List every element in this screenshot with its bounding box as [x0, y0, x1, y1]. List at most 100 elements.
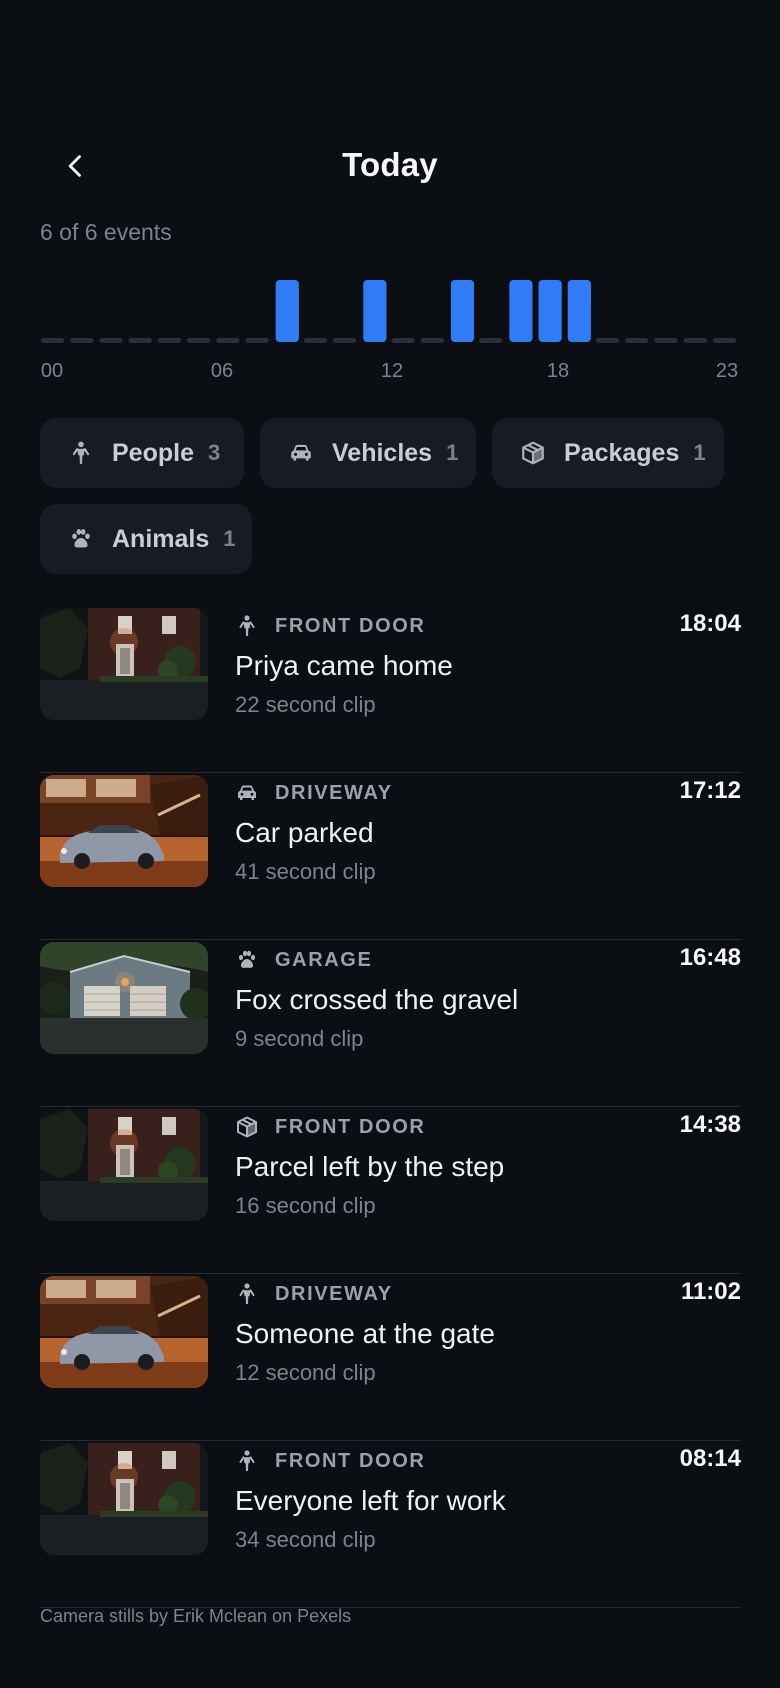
event-title: Parcel left by the step — [235, 1151, 505, 1182]
timeline-tick-label: 23 — [715, 360, 739, 382]
event-thumbnail[interactable] — [40, 1109, 208, 1221]
event-camera-name: FRONT DOOR — [275, 614, 426, 637]
event-camera-name: GARAGE — [275, 948, 373, 971]
timeline-hour-slot-22 — [683, 338, 707, 343]
package-icon — [235, 1115, 259, 1139]
event-clip-length: 34 second clip — [235, 1527, 376, 1552]
filter-chip-label: Packages — [564, 438, 680, 467]
event-row[interactable]: FRONT DOOR 14:38 Parcel left by the step 1… — [40, 1107, 741, 1274]
person-icon — [235, 1449, 259, 1473]
timeline-hour-slot-9 — [303, 338, 328, 343]
event-title: Someone at the gate — [235, 1318, 495, 1349]
event-thumbnail[interactable] — [40, 942, 208, 1054]
filter-chip-label: Vehicles — [332, 438, 433, 467]
filter-chip-label: People — [112, 438, 194, 467]
event-count: 6 of 6 events — [40, 219, 172, 245]
event-time: 14:38 — [679, 1111, 741, 1138]
event-camera: FRONT DOOR — [235, 614, 425, 638]
event-thumbnail[interactable] — [40, 608, 208, 720]
car-icon — [235, 781, 259, 805]
event-list: FRONT DOOR 18:04 Priya came home 22 second… — [40, 606, 741, 1608]
event-time: 08:14 — [679, 1445, 741, 1472]
page-title: Today — [342, 146, 438, 183]
event-camera-name: DRIVEWAY — [275, 1282, 393, 1305]
event-camera-name: DRIVEWAY — [275, 781, 393, 804]
filter-chip-vehicles[interactable]: Vehicles 1 — [260, 418, 476, 488]
person-icon — [235, 1282, 259, 1306]
event-title: Priya came home — [235, 650, 453, 681]
filter-chip-people[interactable]: People 3 — [40, 418, 244, 488]
event-row[interactable]: DRIVEWAY 17:12 Car parked 41 second clip — [40, 773, 741, 940]
event-camera: FRONT DOOR — [235, 1449, 425, 1473]
timeline-hour-slot-3 — [128, 338, 152, 343]
timeline-tick-label: 06 — [210, 360, 234, 382]
event-title: Car parked — [235, 817, 374, 848]
filter-chip-label: Animals — [112, 524, 210, 553]
timeline-event-bar-16[interactable] — [509, 280, 533, 342]
filter-chip-packages[interactable]: Packages 1 — [492, 418, 724, 488]
events-page: Today 6 of 6 events 00 06 12 18 23 People 3 Ve… — [0, 0, 780, 1688]
event-thumbnail[interactable] — [40, 1443, 208, 1555]
event-row[interactable]: FRONT DOOR 08:14 Everyone left for work 34… — [40, 1441, 741, 1608]
event-row[interactable]: DRIVEWAY 11:02 Someone at the gate 12 seco… — [40, 1274, 741, 1441]
timeline-event-bar-17[interactable] — [538, 280, 562, 342]
filter-chip-animals[interactable]: Animals 1 — [40, 504, 252, 574]
timeline-hour-slot-13 — [420, 338, 444, 343]
timeline-hour-slot-21 — [654, 338, 678, 343]
timeline-tick-label: 12 — [380, 360, 404, 382]
timeline-hour-slot-7 — [245, 338, 269, 343]
event-time: 17:12 — [679, 777, 741, 804]
filter-chip-count: 1 — [693, 440, 706, 465]
timeline-hour-slot-23 — [712, 338, 736, 343]
timeline-hour-slot-12 — [391, 338, 415, 343]
event-clip-length: 9 second clip — [235, 1026, 364, 1051]
timeline-hour-slot-5 — [187, 338, 211, 343]
paw-icon — [235, 948, 259, 972]
person-icon — [68, 440, 94, 466]
timeline-event-bar-11[interactable] — [363, 280, 387, 342]
event-camera: GARAGE — [235, 948, 372, 972]
event-thumbnail[interactable] — [40, 775, 208, 887]
timeline-event-bar-8[interactable] — [275, 280, 299, 342]
filter-chip-count: 3 — [207, 440, 221, 465]
filter-chip-count: 1 — [446, 440, 459, 465]
event-time: 16:48 — [679, 944, 741, 971]
header: Today — [0, 140, 780, 192]
event-title: Fox crossed the gravel — [235, 984, 519, 1015]
timeline-hour-slot-20 — [625, 338, 649, 343]
car-icon — [288, 440, 314, 466]
event-title: Everyone left for work — [235, 1485, 506, 1516]
photo-credit: Camera stills by Erik Mclean on Pexels — [40, 1606, 352, 1626]
timeline-hour-slot-1 — [70, 338, 94, 343]
timeline-hour-slot-10 — [333, 338, 357, 343]
event-timeline[interactable] — [40, 276, 741, 346]
event-camera-name: FRONT DOOR — [275, 1115, 426, 1138]
timeline-tick-label: 00 — [40, 360, 64, 382]
event-camera-name: FRONT DOOR — [275, 1449, 426, 1472]
event-row[interactable]: GARAGE 16:48 Fox crossed the gravel 9 seco… — [40, 940, 741, 1107]
event-time: 11:02 — [680, 1278, 741, 1305]
timeline-hour-slot-6 — [216, 338, 240, 343]
timeline-chart — [41, 280, 736, 343]
event-row[interactable]: FRONT DOOR 18:04 Priya came home 22 second… — [40, 606, 741, 773]
event-time: 18:04 — [679, 610, 741, 637]
event-clip-length: 12 second clip — [235, 1360, 376, 1385]
timeline-event-bar-14[interactable] — [450, 280, 475, 342]
package-icon — [520, 440, 546, 466]
timeline-hour-slot-2 — [99, 338, 123, 343]
event-clip-length: 22 second clip — [235, 692, 376, 717]
paw-icon — [68, 526, 94, 552]
event-camera: DRIVEWAY — [235, 1282, 393, 1306]
timeline-hour-slot-4 — [157, 338, 182, 343]
event-thumbnail[interactable] — [40, 1276, 208, 1388]
event-camera: FRONT DOOR — [235, 1115, 425, 1139]
timeline-hour-slot-19 — [595, 338, 620, 343]
timeline-tick-label: 18 — [546, 360, 570, 382]
person-icon — [235, 614, 259, 638]
event-clip-length: 16 second clip — [235, 1193, 376, 1218]
event-camera: DRIVEWAY — [235, 781, 393, 805]
timeline-event-bar-18[interactable] — [567, 280, 591, 342]
event-clip-length: 41 second clip — [235, 859, 376, 884]
timeline-hour-slot-0 — [41, 338, 65, 343]
filter-chip-count: 1 — [223, 526, 236, 551]
